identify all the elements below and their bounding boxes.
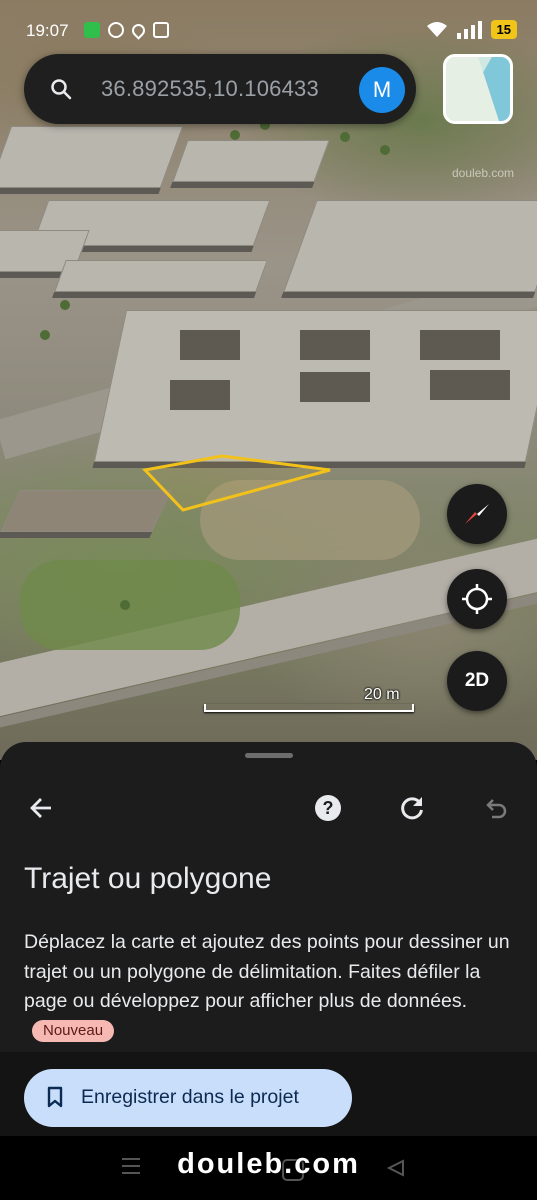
save-to-project-button[interactable]: Enregistrer dans le projet [24,1069,352,1127]
svg-text:?: ? [323,798,334,818]
refresh-icon [401,797,423,820]
refresh-button[interactable] [392,788,432,828]
help-icon: ? [315,795,341,821]
help-button[interactable]: ? [308,788,348,828]
undo-icon [486,799,507,819]
my-location-button[interactable] [447,569,507,629]
notification-icons [84,20,169,40]
location-notification-icon [129,20,148,40]
2d-view-button[interactable]: 2D [447,651,507,711]
map-layers-button[interactable] [443,54,513,124]
status-bar: 19:07 15 [0,0,537,60]
bookmark-icon [47,1086,63,1108]
compass-button[interactable] [447,484,507,544]
signal-icon [456,20,482,39]
scale-label: 20 m [364,686,400,703]
description-text: Déplacez la carte et ajoutez des points … [24,931,510,1012]
wifi-icon [426,21,447,37]
undo-button[interactable] [476,788,516,828]
sheet-description: Déplacez la carte et ajoutez des points … [24,928,514,1046]
locate-icon [462,584,492,614]
sheet-action-area: Enregistrer dans le projet [0,1052,537,1136]
camera-notification-icon [153,22,169,38]
search-icon[interactable] [50,78,72,100]
search-input[interactable]: 36.892535,10.106433 [101,76,319,102]
back-arrow-icon [30,798,51,818]
map-watermark: douleb.com [452,166,515,180]
layers-thumbnail-land [446,57,500,121]
sheet-title: Trajet ou polygone [24,862,272,895]
status-time: 19:07 [26,21,69,40]
map-scale: 20 m [204,686,414,716]
bottom-watermark: douleb.com [177,1148,360,1180]
compass-icon [465,504,489,524]
battery-indicator: 15 [490,20,517,39]
chat-notification-icon [84,22,100,38]
search-bar[interactable]: 36.892535,10.106433 M [24,54,416,124]
whatsapp-notification-icon [108,22,124,38]
account-avatar[interactable]: M [359,67,405,113]
sheet-drag-handle[interactable] [245,753,293,758]
new-badge: Nouveau [32,1019,115,1042]
back-button[interactable] [21,788,61,828]
save-button-label: Enregistrer dans le projet [81,1086,299,1108]
scale-bar [204,704,414,712]
bottom-sheet: ? Trajet ou polygone Déplacez la carte e… [0,742,537,1052]
